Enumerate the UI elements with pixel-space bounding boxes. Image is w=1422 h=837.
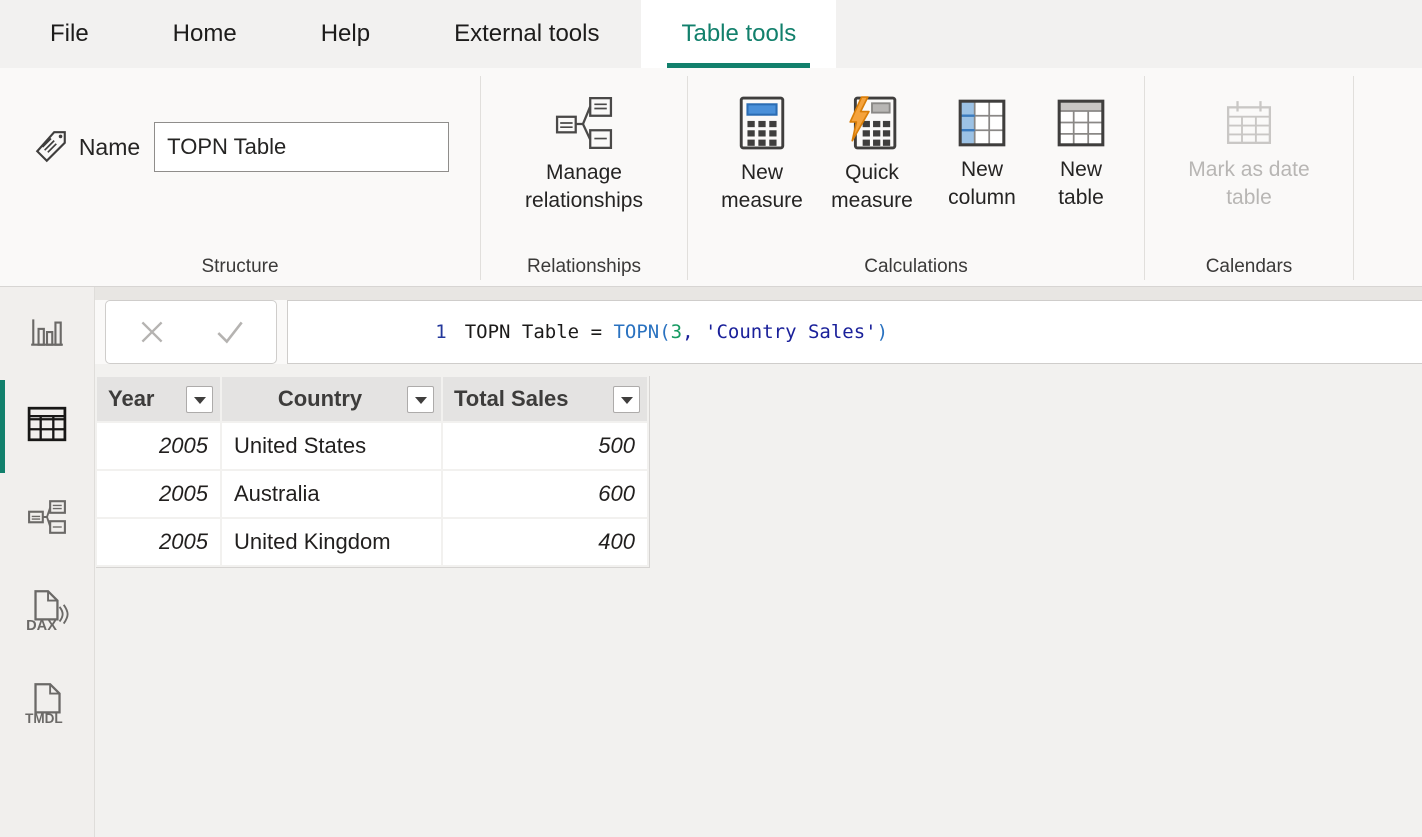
table-row: 2005 United Kingdom 400 [97,519,647,565]
quick-measure-button[interactable]: Quick measure [824,96,920,214]
button-label: New column [934,156,1030,211]
menu-bar: File Home Help External tools Table tool… [0,0,1422,68]
cell-total-sales: 500 [443,423,647,469]
name-label: Name [79,134,140,161]
dropdown-arrow-icon [194,397,206,404]
code-token: 3 [671,321,682,343]
line-number: 1 [435,321,446,343]
code-token: , [682,321,705,343]
cell-year: 2005 [97,519,220,565]
cell-year: 2005 [97,471,220,517]
cell-year: 2005 [97,423,220,469]
sidebar-item-table-view[interactable] [0,380,94,473]
column-header-total-sales[interactable]: Total Sales [443,377,647,421]
tab-table-tools[interactable]: Table tools [641,0,836,68]
tab-file[interactable]: File [8,0,131,68]
mark-as-date-table-button[interactable]: Mark as date table [1163,99,1335,211]
button-label: Manage relationships [508,159,660,214]
table-grid-icon [27,406,67,447]
ribbon-section-calendars: Mark as date table Calendars [1145,68,1353,286]
formula-action-group [105,300,277,364]
dax-file-icon: DAX [23,586,71,639]
table-name-input[interactable] [154,122,449,172]
ribbon-section-calculations: New measure [688,68,1144,286]
code-token: TOPN [613,321,659,343]
data-view-canvas: Year Country [95,364,1422,837]
code-token: 'Country Sales' [705,321,877,343]
data-grid: Year Country [95,375,649,567]
tab-label: External tools [454,20,599,48]
formula-editor[interactable]: 1 TOPN Table = TOPN(3, 'Country Sales') [287,300,1422,364]
filter-button-total-sales[interactable] [613,386,640,413]
manage-relationships-button[interactable]: Manage relationships [508,96,660,214]
filter-button-country[interactable] [407,386,434,413]
commit-formula-button[interactable] [208,310,252,354]
column-header-year[interactable]: Year [97,377,220,421]
button-label: New table [1044,156,1118,211]
table-column-icon [958,99,1006,147]
tab-label: File [50,20,89,48]
svg-text:TMDL: TMDL [25,711,63,726]
tab-home[interactable]: Home [131,0,279,68]
cell-country: Australia [222,471,441,517]
new-measure-button[interactable]: New measure [714,96,810,214]
filter-button-year[interactable] [186,386,213,413]
tab-help[interactable]: Help [279,0,412,68]
calendar-icon [1225,99,1273,147]
new-column-button[interactable]: New column [934,99,1030,211]
button-label: Mark as date table [1163,156,1335,211]
view-sidebar: DAX TMDL [0,287,95,837]
powerbi-window: File Home Help External tools Table tool… [0,0,1422,837]
cell-country: United Kingdom [222,519,441,565]
dropdown-arrow-icon [621,397,633,404]
calculator-icon [739,96,785,150]
tab-label: Table tools [681,20,796,48]
dropdown-arrow-icon [415,397,427,404]
lightning-calculator-icon [847,96,897,150]
tag-icon [33,129,69,165]
code-token: TOPN Table = [465,321,614,343]
table-row: 2005 Australia 600 [97,471,647,517]
column-header-country[interactable]: Country [222,377,441,421]
sidebar-item-report-view[interactable] [0,287,94,380]
code-token: ) [877,321,888,343]
table-row: 2005 United States 500 [97,423,647,469]
model-diagram-icon [27,499,67,540]
new-table-button[interactable]: New table [1044,99,1118,211]
active-view-indicator [0,380,5,473]
svg-text:DAX: DAX [26,618,57,634]
section-label-relationships: Relationships [481,256,687,286]
section-label-calendars: Calendars [1145,256,1353,286]
table-name-field: Name [31,122,449,172]
ribbon-section-structure: Name Structure [0,68,480,286]
section-label-calculations: Calculations [688,256,1144,286]
button-label: Quick measure [824,159,920,214]
tab-label: Help [321,20,370,48]
code-token: ( [659,321,670,343]
section-label-structure: Structure [0,256,480,286]
bar-chart-icon [28,313,66,354]
button-label: New measure [714,159,810,214]
table-icon [1057,99,1105,147]
cancel-formula-button[interactable] [130,310,174,354]
ribbon-section-relationships: Manage relationships Relationships [481,68,687,286]
tab-label: Home [173,20,237,48]
cell-total-sales: 400 [443,519,647,565]
cell-country: United States [222,423,441,469]
ribbon: Name Structure [0,68,1422,287]
cell-total-sales: 600 [443,471,647,517]
relationships-diagram-icon [555,96,613,150]
tmdl-file-icon: TMDL [23,679,71,732]
sidebar-item-tmdl-view[interactable]: TMDL [0,659,94,752]
tab-external-tools[interactable]: External tools [412,0,641,68]
sidebar-item-dax-query-view[interactable]: DAX [0,566,94,659]
sidebar-item-model-view[interactable] [0,473,94,566]
formula-bar: 1 TOPN Table = TOPN(3, 'Country Sales') [95,300,1422,364]
